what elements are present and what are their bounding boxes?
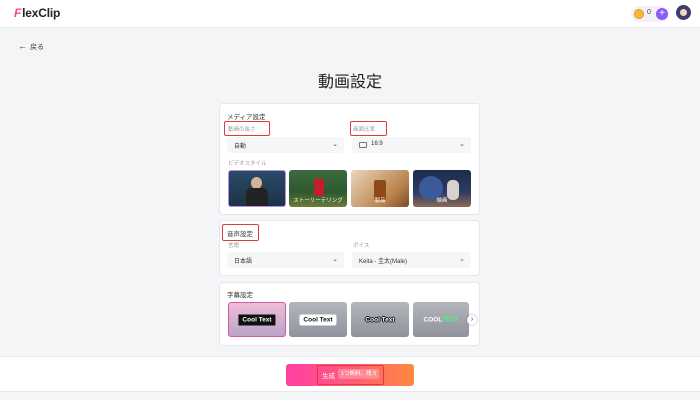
style-caption: 一般 bbox=[251, 197, 263, 203]
subtitle-preset-white-box[interactable]: Cool Text bbox=[289, 302, 347, 337]
subtitle-settings-heading: 字幕設定 bbox=[227, 292, 253, 299]
add-credits-button[interactable]: + bbox=[656, 8, 668, 20]
credits-pill[interactable]: 0 + bbox=[631, 6, 669, 22]
subtitle-preset-text: Cool Text bbox=[365, 316, 395, 323]
style-caption: 映画 bbox=[436, 198, 448, 204]
style-caption: 製品 bbox=[374, 198, 386, 204]
language-value: 日本語 bbox=[234, 259, 253, 265]
style-option-general[interactable]: 一般 bbox=[228, 170, 286, 207]
style-option-storytelling[interactable]: ストーリーテリング bbox=[289, 170, 347, 207]
subtitle-word-b: TEXT bbox=[441, 316, 459, 323]
arrow-left-icon: ← bbox=[18, 41, 27, 51]
avatar[interactable] bbox=[676, 5, 691, 20]
style-option-movie[interactable]: 映画 bbox=[413, 170, 471, 207]
style-caption: ストーリーテリング bbox=[293, 198, 343, 204]
subtitle-word-a: COOL bbox=[423, 316, 442, 323]
voice-value: Keita - 圭太(Male) bbox=[359, 259, 408, 265]
language-label: 言語 bbox=[228, 243, 240, 249]
flexclip-logo[interactable]: FlexClip bbox=[14, 6, 60, 20]
logo-mark: F bbox=[14, 6, 22, 20]
chevron-down-icon: ⌄ bbox=[459, 256, 465, 263]
ratio-icon bbox=[359, 142, 367, 148]
subtitle-preset-black-box[interactable]: Cool Text bbox=[228, 302, 286, 337]
highlight-generate bbox=[317, 365, 384, 385]
voice-select[interactable]: Keita - 圭太(Male) ⌄ bbox=[352, 252, 471, 268]
chevron-down-icon: ⌄ bbox=[332, 141, 338, 148]
subtitle-preset-outline[interactable]: Cool Text bbox=[351, 302, 409, 337]
voice-label: ボイス bbox=[353, 243, 370, 249]
subtitle-preset-text: COOLTEXT bbox=[422, 314, 461, 325]
language-select[interactable]: 日本語 ⌄ bbox=[227, 252, 344, 268]
coin-icon bbox=[634, 9, 644, 19]
video-length-value: 自動 bbox=[234, 144, 247, 150]
page-title: 動画設定 bbox=[317, 74, 382, 91]
aspect-ratio-select[interactable]: 16:9 ⌄ bbox=[352, 137, 471, 153]
subtitle-preset-text: Cool Text bbox=[238, 314, 276, 325]
aspect-ratio-value: 16:9 bbox=[371, 141, 383, 147]
back-link[interactable]: ← 戻る bbox=[18, 41, 44, 52]
style-option-product[interactable]: 製品 bbox=[351, 170, 409, 207]
logo-text: lexClip bbox=[22, 6, 61, 20]
video-style-label: ビデオスタイル bbox=[228, 161, 267, 167]
chevron-down-icon: ⌄ bbox=[332, 256, 338, 263]
top-bar: FlexClip 0 + bbox=[0, 0, 700, 28]
back-label: 戻る bbox=[30, 44, 44, 51]
subtitle-preset-green-highlight[interactable]: COOLTEXT bbox=[413, 302, 469, 337]
chevron-down-icon: ⌄ bbox=[459, 141, 465, 148]
aspect-ratio-label: 画面比率 bbox=[353, 127, 376, 133]
chevron-right-icon[interactable]: › bbox=[467, 315, 477, 325]
media-settings-heading: メディア設定 bbox=[227, 114, 266, 121]
voice-settings-heading: 音声設定 bbox=[227, 231, 253, 238]
video-length-label: 動画の長さ bbox=[228, 127, 256, 133]
credits-count: 0 bbox=[647, 9, 651, 16]
video-length-select[interactable]: 自動 ⌄ bbox=[227, 137, 344, 153]
subtitle-preset-text: Cool Text bbox=[299, 314, 337, 325]
